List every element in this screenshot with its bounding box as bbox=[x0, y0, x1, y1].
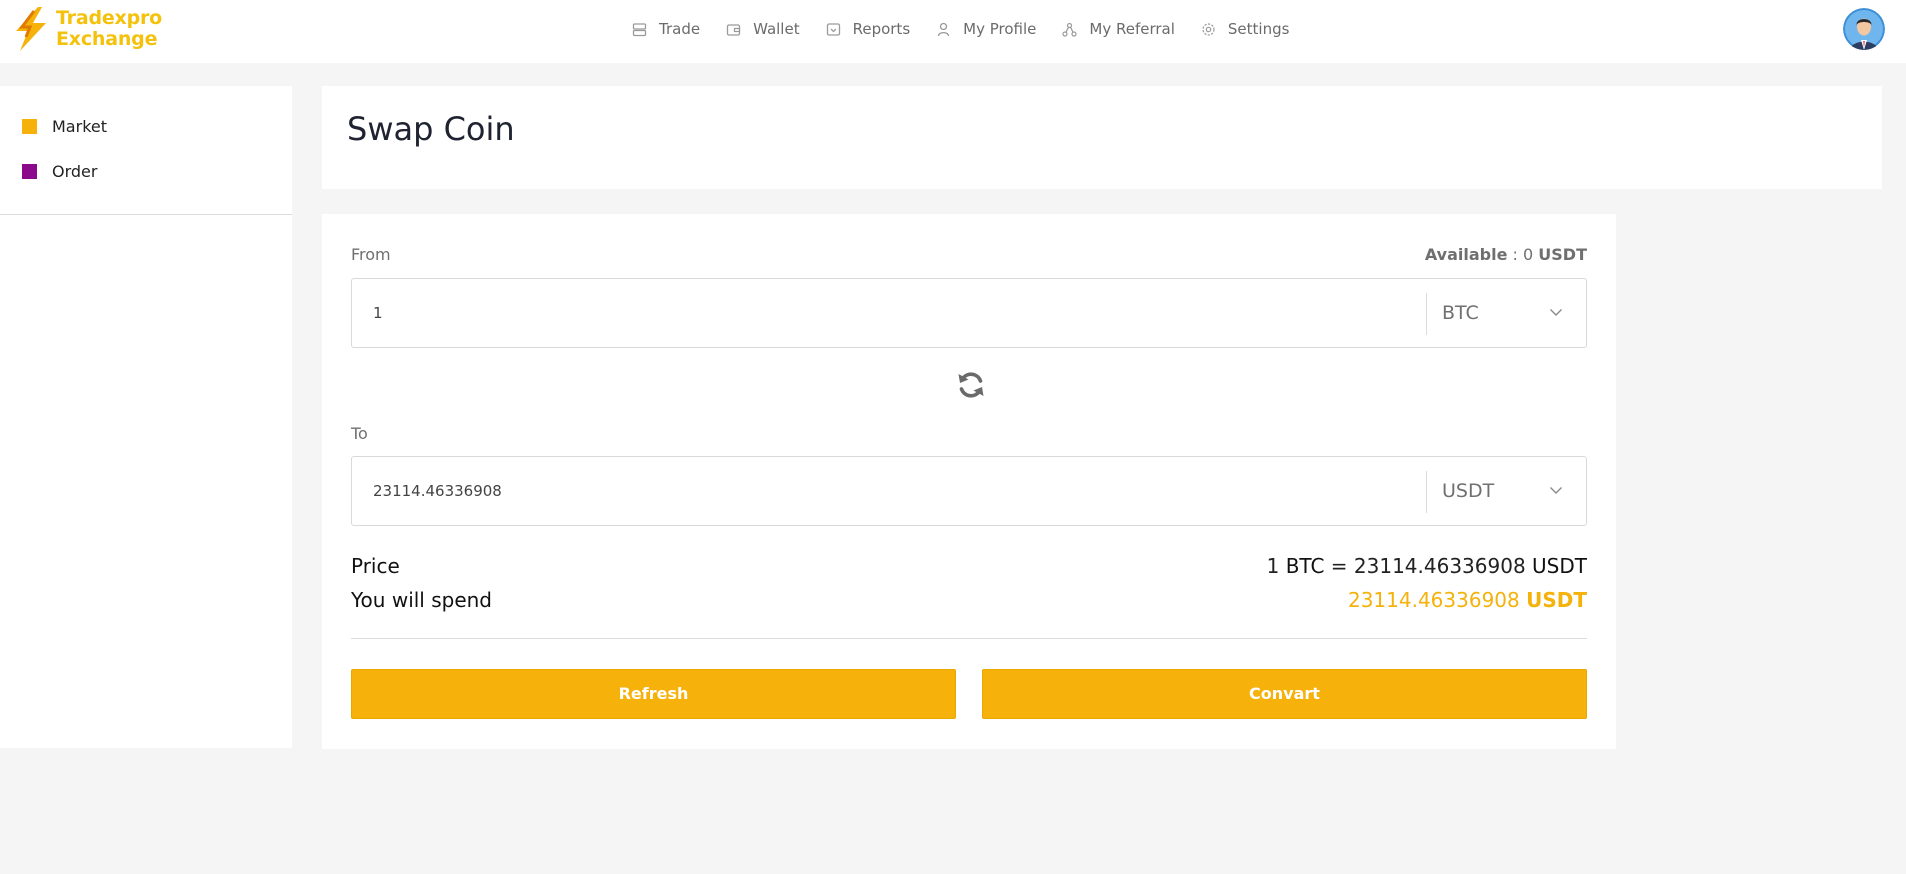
form-divider bbox=[351, 638, 1587, 639]
nav-settings-label: Settings bbox=[1227, 20, 1290, 38]
main-nav: Trade Wallet Reports My Profile My Refer… bbox=[632, 0, 1315, 58]
user-avatar[interactable] bbox=[1843, 8, 1885, 50]
sidebar-divider bbox=[0, 214, 292, 215]
sidebar-item-order[interactable]: Order bbox=[22, 162, 97, 181]
nav-wallet-label: Wallet bbox=[753, 20, 800, 38]
chevron-down-icon bbox=[1550, 487, 1562, 494]
order-square-icon bbox=[22, 164, 37, 179]
sidebar: Market Order bbox=[0, 86, 292, 748]
nav-settings[interactable]: Settings bbox=[1201, 20, 1290, 38]
swap-direction-button[interactable] bbox=[956, 370, 986, 404]
brand-line2: Exchange bbox=[56, 28, 158, 50]
available-amount: 0 bbox=[1523, 245, 1534, 264]
available-label: Available bbox=[1424, 245, 1508, 264]
from-label: From bbox=[351, 245, 391, 264]
referral-icon bbox=[1062, 22, 1077, 37]
price-from-currency: BTC bbox=[1285, 554, 1325, 578]
reports-icon bbox=[826, 22, 840, 36]
to-label: To bbox=[351, 424, 368, 443]
from-field: 1 BTC bbox=[351, 278, 1587, 348]
trade-icon bbox=[632, 22, 647, 36]
profile-icon bbox=[937, 22, 950, 36]
top-navbar: Tradexpro Exchange Trade Wallet Reports bbox=[0, 0, 1906, 63]
sidebar-item-market[interactable]: Market bbox=[22, 117, 107, 136]
from-currency-select[interactable]: BTC bbox=[1427, 279, 1587, 347]
brand-line1: Tradexpro bbox=[56, 7, 163, 29]
nav-my-profile[interactable]: My Profile bbox=[936, 20, 1036, 38]
to-field: 23114.46336908 USDT bbox=[351, 456, 1587, 526]
price-from-amount: 1 bbox=[1266, 554, 1280, 578]
brand-logo[interactable]: Tradexpro Exchange bbox=[8, 5, 162, 55]
nav-wallet[interactable]: Wallet bbox=[726, 20, 800, 38]
to-currency-value: USDT bbox=[1442, 480, 1495, 502]
price-equals: = bbox=[1330, 554, 1348, 578]
swap-form: From Available : 0 USDT 1 BTC To 23114.4… bbox=[322, 214, 1616, 749]
available-balance: Available : 0 USDT bbox=[1425, 245, 1587, 264]
settings-icon bbox=[1202, 22, 1215, 36]
from-currency-value: BTC bbox=[1442, 302, 1479, 324]
nav-my-referral[interactable]: My Referral bbox=[1062, 20, 1175, 38]
nav-my-referral-label: My Referral bbox=[1089, 20, 1175, 38]
title-card: Swap Coin bbox=[322, 86, 1882, 189]
chevron-down-icon bbox=[1550, 309, 1562, 316]
market-square-icon bbox=[22, 119, 37, 134]
sidebar-item-label: Order bbox=[52, 162, 98, 181]
nav-trade-label: Trade bbox=[659, 20, 701, 38]
spend-amount: 23114.46336908 bbox=[1347, 588, 1520, 612]
price-to-amount: 23114.46336908 bbox=[1353, 554, 1526, 578]
avatar-icon bbox=[1843, 8, 1885, 50]
page-title: Swap Coin bbox=[347, 110, 515, 148]
refresh-swap-icon bbox=[958, 372, 984, 398]
available-separator: : bbox=[1512, 245, 1518, 264]
price-label: Price bbox=[351, 554, 400, 578]
spend-label: You will spend bbox=[351, 588, 493, 612]
spend-value: 23114.46336908 USDT bbox=[1348, 588, 1587, 612]
available-currency: USDT bbox=[1538, 245, 1587, 264]
to-currency-select[interactable]: USDT bbox=[1427, 457, 1587, 525]
price-value: 1 BTC = 23114.46336908 USDT bbox=[1267, 554, 1587, 578]
refresh-button[interactable]: Refresh bbox=[351, 669, 956, 719]
nav-reports[interactable]: Reports bbox=[826, 20, 911, 38]
lightning-logo-icon bbox=[16, 7, 46, 51]
to-amount-input[interactable]: 23114.46336908 bbox=[373, 457, 502, 525]
spend-currency: USDT bbox=[1526, 588, 1587, 612]
wallet-icon bbox=[726, 23, 741, 36]
sidebar-item-label: Market bbox=[52, 117, 107, 136]
nav-trade[interactable]: Trade bbox=[632, 20, 700, 38]
nav-reports-label: Reports bbox=[852, 20, 911, 38]
price-to-currency: USDT bbox=[1532, 554, 1587, 578]
nav-my-profile-label: My Profile bbox=[963, 20, 1037, 38]
convert-button[interactable]: Convart bbox=[982, 669, 1587, 719]
from-amount-input[interactable]: 1 bbox=[373, 279, 383, 347]
brand-name: Tradexpro Exchange bbox=[56, 8, 162, 50]
